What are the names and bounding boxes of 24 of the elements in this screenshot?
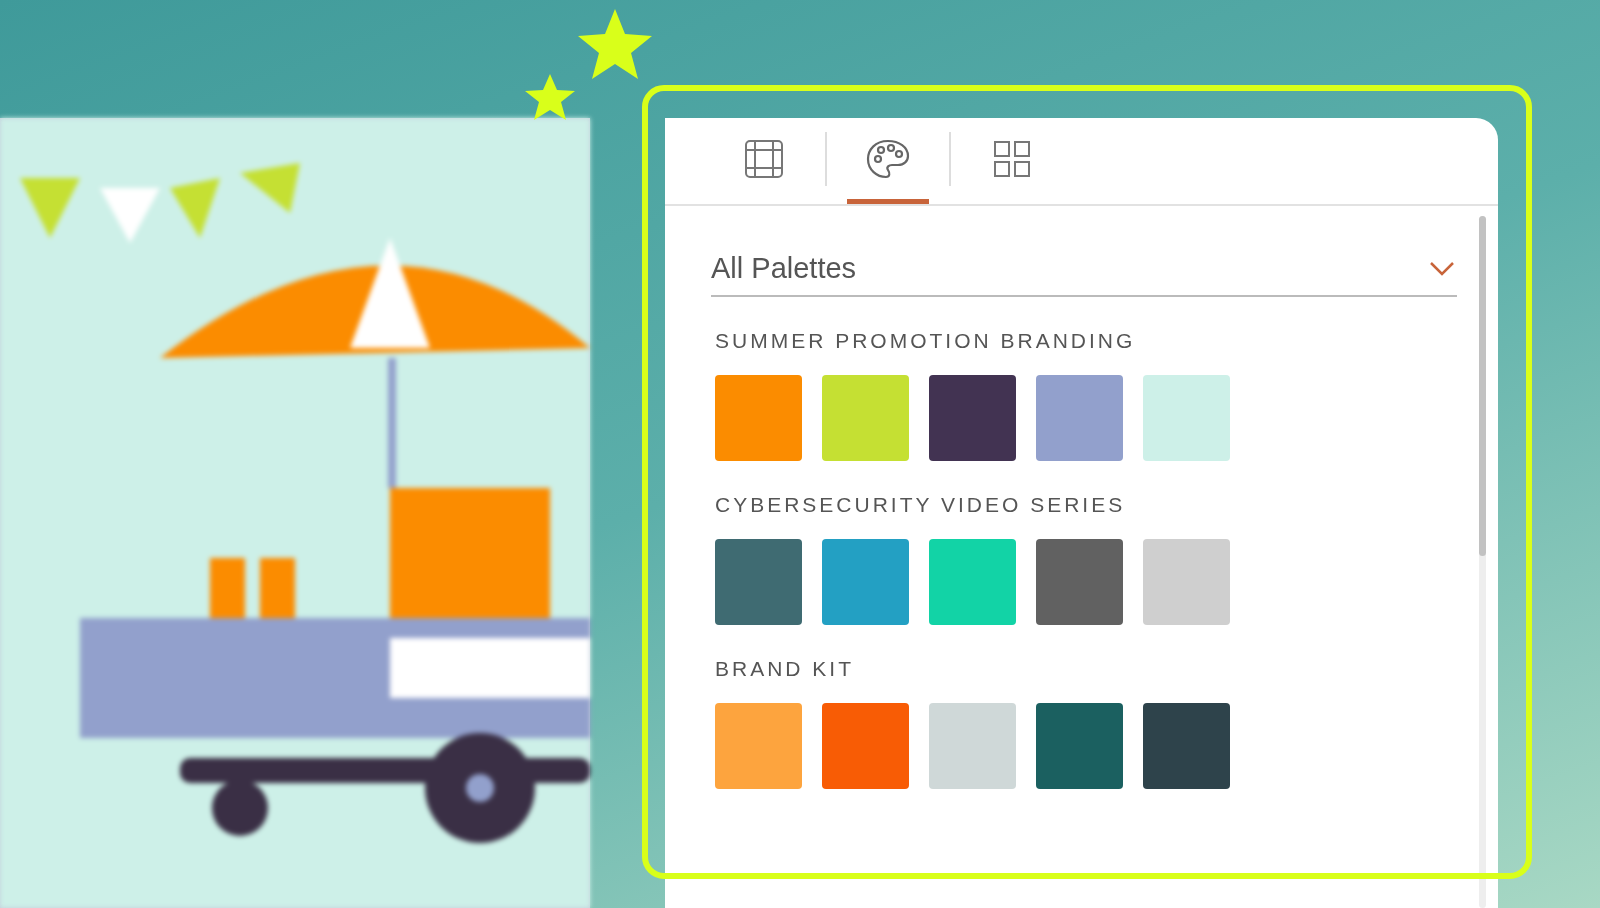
color-swatch[interactable] (822, 703, 909, 789)
palette-name: BRAND KIT (715, 657, 855, 681)
color-swatch[interactable] (929, 539, 1016, 625)
color-swatch[interactable] (1036, 539, 1123, 625)
color-swatch[interactable] (822, 375, 909, 461)
color-swatch[interactable] (929, 703, 1016, 789)
color-swatch[interactable] (1036, 375, 1123, 461)
color-swatch[interactable] (822, 539, 909, 625)
palette-icon (866, 138, 910, 179)
color-swatch[interactable] (715, 375, 802, 461)
color-swatch[interactable] (1143, 703, 1230, 789)
grid-icon (993, 139, 1031, 178)
color-swatch[interactable] (929, 375, 1016, 461)
palette-name: CYBERSECURITY VIDEO SERIES (715, 493, 1127, 517)
color-swatch[interactable] (715, 539, 802, 625)
palette-name: SUMMER PROMOTION BRANDING (715, 329, 1137, 353)
table-icon (744, 138, 784, 179)
color-swatch[interactable] (715, 703, 802, 789)
color-swatch[interactable] (1036, 703, 1123, 789)
scrollbar-thumb[interactable] (1479, 216, 1486, 556)
palette-dropdown[interactable]: All Palettes (711, 242, 1457, 297)
chevron-down-icon (1429, 260, 1455, 277)
color-swatch[interactable] (1143, 539, 1230, 625)
color-swatch[interactable] (1143, 375, 1230, 461)
